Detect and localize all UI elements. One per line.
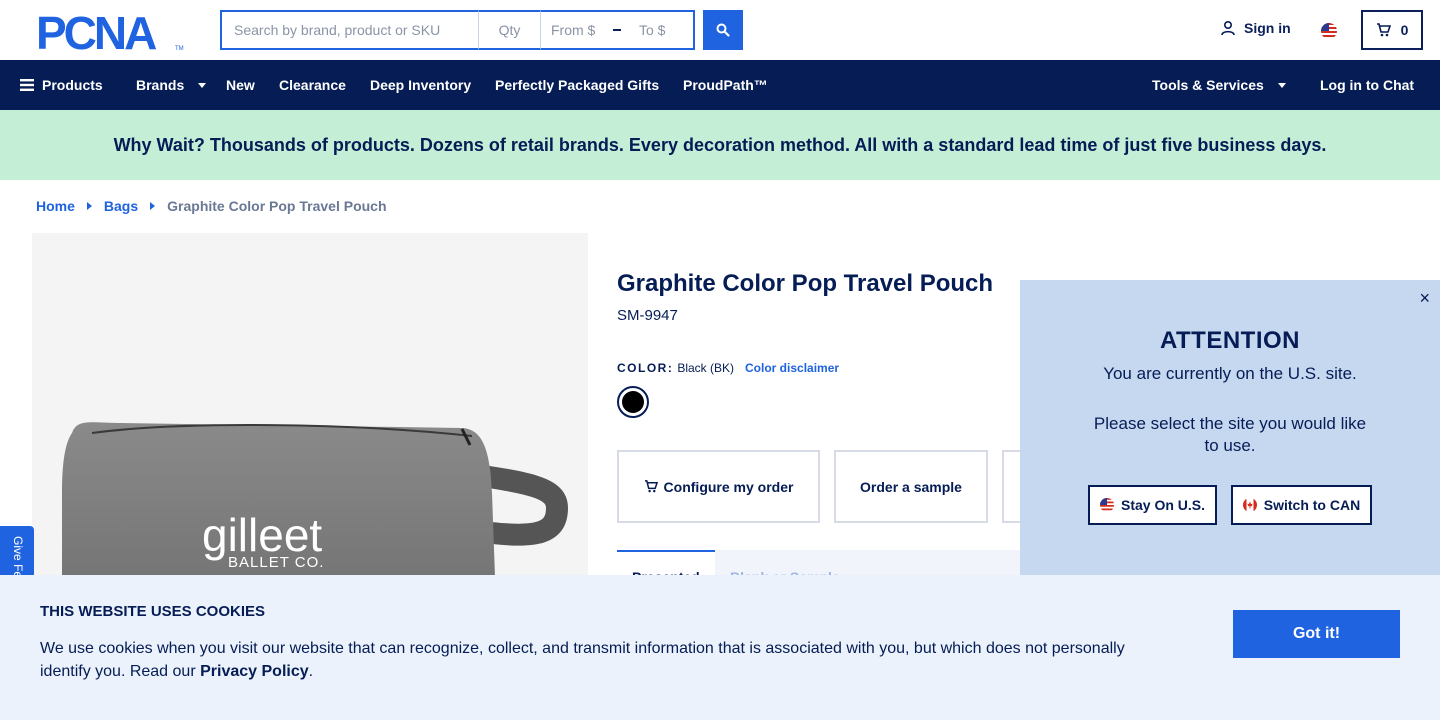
canada-flag-icon [1242,498,1257,512]
promo-text: Why Wait? Thousands of products. Dozens … [113,134,1327,155]
nav-proudpath-label: ProudPath™ [683,77,768,93]
cart-button[interactable]: 0 [1361,10,1423,50]
cookie-banner: THIS WEBSITE USES COOKIES We use cookies… [0,575,1440,720]
attention-message: You are currently on the U.S. site. [1103,364,1357,383]
close-icon[interactable]: × [1419,289,1430,307]
privacy-policy-link[interactable]: Privacy Policy [200,663,309,680]
svg-text:PCNA: PCNA [36,12,156,52]
stay-us-button[interactable]: Stay On U.S. [1088,485,1217,525]
stay-us-label: Stay On U.S. [1120,497,1206,513]
bag-brand-subtext: BALLET CO. [228,554,324,571]
nav-gifts[interactable]: Perfectly Packaged Gifts [495,77,659,93]
pcna-logo[interactable]: PCNA TM [36,7,186,59]
chevron-down-icon [198,82,207,88]
nav-new[interactable]: New [226,77,255,93]
product-sku: SM-9947 [617,307,678,324]
nav-gifts-label: Perfectly Packaged Gifts [495,77,660,93]
cookie-text-end: . [308,663,314,680]
nav-products-label: Products [42,77,103,93]
color-disclaimer-link[interactable]: Color disclaimer [745,361,839,375]
price-from-input[interactable] [541,12,605,48]
configure-order-button[interactable]: Configure my order [617,450,820,523]
color-label: COLOR: [617,361,674,375]
product-title: Graphite Color Pop Travel Pouch [617,270,994,297]
user-icon [1221,20,1235,36]
menu-icon [20,79,34,91]
nav-deep-inventory[interactable]: Deep Inventory [370,77,471,93]
site-select-modal: × ATTENTION You are currently on the U.S… [1020,280,1440,575]
switch-can-label: Switch to CAN [1263,497,1361,513]
breadcrumb-current: Graphite Color Pop Travel Pouch [167,198,387,214]
breadcrumb: Home Bags Graphite Color Pop Travel Pouc… [36,198,387,214]
nav-proudpath[interactable]: ProudPath™ [683,77,768,93]
cart-icon [1376,23,1391,37]
nav-deep-inventory-label: Deep Inventory [370,77,472,93]
chevron-right-icon [86,202,92,210]
sign-in-link[interactable]: Sign in [1220,20,1291,36]
search-input[interactable] [220,10,478,50]
price-range [540,10,695,50]
accept-cookies-label: Got it! [1292,625,1341,642]
attention-instruction: Please select the site you would like to… [1093,414,1367,455]
main-nav: Products Brands New Clearance Deep Inven… [0,60,1440,110]
cart-count: 0 [1400,22,1409,38]
order-sample-label: Order a sample [860,478,962,495]
switch-can-button[interactable]: Switch to CAN [1231,485,1372,525]
order-sample-button[interactable]: Order a sample [834,450,988,523]
search-bar [220,10,695,50]
breadcrumb-home[interactable]: Home [36,198,75,214]
nav-clearance-label: Clearance [279,77,346,93]
color-value: Black (BK) [677,361,735,375]
search-button[interactable] [703,10,743,50]
swatch-fill [622,391,644,413]
accept-cookies-button[interactable]: Got it! [1233,610,1400,658]
nav-new-label: New [226,77,255,93]
promo-banner: Why Wait? Thousands of products. Dozens … [0,110,1440,180]
sign-in-label: Sign in [1244,20,1291,36]
configure-order-label: Configure my order [663,478,794,495]
product-tabs: Presented Blank or Sample [617,550,1020,585]
attention-heading: ATTENTION [1159,327,1301,354]
nav-brands[interactable]: Brands [136,77,207,93]
nav-brands-label: Brands [136,77,185,93]
price-to-input[interactable] [629,12,693,48]
chevron-down-icon [1277,82,1286,88]
nav-products[interactable]: Products [20,77,103,93]
breadcrumb-category[interactable]: Bags [104,198,138,214]
qty-input[interactable] [478,10,540,50]
us-flag-icon[interactable] [1321,23,1337,39]
cookie-text: We use cookies when you visit our websit… [40,637,1150,683]
top-header: PCNA TM Sign in [0,0,1440,60]
nav-chat[interactable]: Log in to Chat [1320,77,1414,93]
cart-icon [644,480,658,493]
svg-text:TM: TM [175,46,184,52]
color-swatch-black[interactable] [617,386,649,418]
chevron-right-icon [150,202,156,210]
nav-clearance[interactable]: Clearance [279,77,346,93]
price-range-dash [613,29,621,31]
search-icon [716,23,730,37]
cookie-title: THIS WEBSITE USES COOKIES [40,603,266,620]
us-flag-icon [1099,498,1114,512]
nav-tools-label: Tools & Services [1152,77,1264,93]
nav-chat-label: Log in to Chat [1320,77,1415,93]
nav-tools[interactable]: Tools & Services [1152,77,1286,93]
color-row: COLOR: Black (BK) Color disclaimer [617,361,839,375]
